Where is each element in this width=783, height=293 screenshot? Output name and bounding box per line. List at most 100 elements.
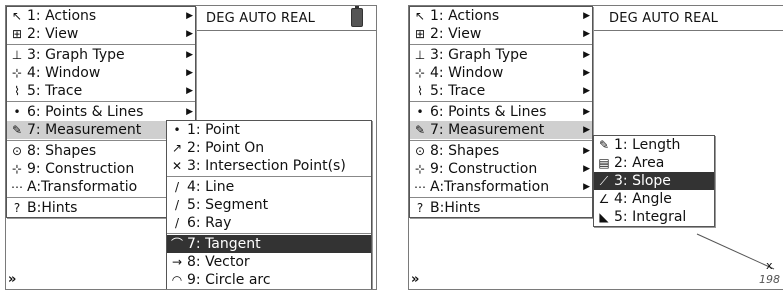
- graph-type-icon: ⊥: [11, 48, 23, 62]
- calculator-screen-right: DEG AUTO REAL x 198 » ↖ 1: Actions ▶ ⊞ 2: Vi…: [408, 5, 783, 290]
- chevron-right-icon: ▶: [583, 29, 590, 39]
- menu-item-label: 5: Trace: [27, 83, 83, 99]
- menu-item-points-lines[interactable]: • 6: Points & Lines ▶: [7, 103, 195, 121]
- menu-item-trace[interactable]: ⌇ 5: Trace ▶: [410, 82, 592, 100]
- menu-separator: [7, 44, 195, 45]
- menu-item-view[interactable]: ⊞ 2: View ▶: [7, 25, 195, 43]
- window-icon: ⊹: [414, 66, 426, 80]
- menu-item-label: 9: Construction: [430, 161, 538, 177]
- point-icon: •: [173, 123, 181, 137]
- menu-item-ray[interactable]: / 6: Ray: [167, 214, 371, 232]
- integral-icon: ◣: [599, 210, 609, 224]
- menu-item-angle[interactable]: ∠ 4: Angle: [594, 190, 714, 208]
- menu-item-points-lines[interactable]: • 6: Points & Lines ▶: [410, 103, 592, 121]
- line-icon: /: [174, 180, 180, 194]
- vector-icon: →: [171, 255, 183, 269]
- window-icon: ⊹: [11, 66, 23, 80]
- chevron-right-icon: ▶: [583, 182, 590, 192]
- menu-separator: [167, 233, 371, 234]
- menu-item-actions[interactable]: ↖ 1: Actions ▶: [410, 7, 592, 25]
- menu-item-view[interactable]: ⊞ 2: View ▶: [410, 25, 592, 43]
- transformation-icon: ⋯: [414, 180, 426, 194]
- chevron-right-icon: ▶: [186, 86, 193, 96]
- slope-icon: ⟋: [599, 174, 609, 188]
- menu-item-label: 3: Graph Type: [430, 47, 528, 63]
- segment-icon: /: [174, 198, 180, 212]
- menu-item-label: 3: Graph Type: [27, 47, 125, 63]
- menu-item-transformation[interactable]: ⋯ A:Transformation ▶: [410, 178, 592, 196]
- pointer-icon: ↖: [414, 9, 426, 23]
- menu-item-construction[interactable]: ⊹ 9: Construction ▶: [410, 160, 592, 178]
- menu-item-label: B:Hints: [27, 200, 78, 216]
- pointer-icon: ↖: [11, 9, 23, 23]
- menu-item-window[interactable]: ⊹ 4: Window ▶: [7, 64, 195, 82]
- measurement-icon: ✎: [414, 123, 426, 137]
- chevron-right-icon: ▶: [583, 146, 590, 156]
- menu-item-circle-arc[interactable]: ◠ 9: Circle arc: [167, 271, 371, 289]
- menu-item-label: 1: Point: [187, 122, 240, 138]
- axis-label-x: x: [766, 259, 773, 272]
- shapes-icon: ⊙: [414, 144, 426, 158]
- menu-separator: [410, 101, 592, 102]
- menu-item-line[interactable]: / 4: Line: [167, 178, 371, 196]
- measurement-submenu: ✎ 1: Length ▤ 2: Area ⟋ 3: Slope ∠ 4: Angle ◣ 5: …: [593, 135, 715, 227]
- chevron-right-icon: ▶: [583, 125, 590, 135]
- menu-item-segment[interactable]: / 5: Segment: [167, 196, 371, 214]
- menu-item-tangent[interactable]: ⌒ 7: Tangent: [167, 235, 371, 253]
- area-icon: ▤: [598, 156, 610, 170]
- menu-item-hints[interactable]: ? B:Hints: [410, 199, 592, 217]
- menu-item-label: 2: View: [27, 26, 79, 42]
- chevron-right-icon: ▶: [583, 68, 590, 78]
- menu-item-label: 8: Shapes: [27, 143, 97, 159]
- menu-item-slope[interactable]: ⟋ 3: Slope: [594, 172, 714, 190]
- menu-item-shapes[interactable]: ⊙ 8: Shapes ▶: [410, 142, 592, 160]
- points-lines-icon: •: [13, 105, 21, 119]
- menu-item-graph-type[interactable]: ⊥ 3: Graph Type ▶: [7, 46, 195, 64]
- menu-item-trace[interactable]: ⌇ 5: Trace ▶: [7, 82, 195, 100]
- menu-item-label: 5: Integral: [614, 209, 687, 225]
- menu-item-label: 9: Construction: [27, 161, 135, 177]
- menu-item-label: 1: Actions: [430, 8, 500, 24]
- menu-separator: [410, 197, 592, 198]
- measurement-icon: ✎: [11, 123, 23, 137]
- menu-item-window[interactable]: ⊹ 4: Window ▶: [410, 64, 592, 82]
- menu-item-length[interactable]: ✎ 1: Length: [594, 136, 714, 154]
- menu-item-area[interactable]: ▤ 2: Area: [594, 154, 714, 172]
- chevron-right-icon: ▶: [186, 29, 193, 39]
- entry-prompt[interactable]: »: [411, 272, 419, 287]
- menu-item-point-on[interactable]: ↗ 2: Point On: [167, 139, 371, 157]
- menu-item-label: 1: Length: [614, 137, 681, 153]
- chevron-right-icon: ▶: [583, 107, 590, 117]
- tangent-icon: ⌒: [170, 237, 183, 251]
- menu-item-intersection-point-s[interactable]: ✕ 3: Intersection Point(s): [167, 157, 371, 175]
- entry-prompt[interactable]: »: [8, 272, 16, 287]
- menu-item-label: 5: Trace: [430, 83, 486, 99]
- menu-item-vector[interactable]: → 8: Vector: [167, 253, 371, 271]
- menu-item-integral[interactable]: ◣ 5: Integral: [594, 208, 714, 226]
- menu-item-measurement[interactable]: ✎ 7: Measurement ▶: [410, 121, 592, 139]
- menu-item-label: B:Hints: [430, 200, 481, 216]
- main-menu: ↖ 1: Actions ▶ ⊞ 2: View ▶ ⊥ 3: Graph Type ▶ ⊹ 4: …: [409, 6, 593, 218]
- status-text: DEG AUTO REAL: [206, 11, 316, 26]
- transformation-icon: ⋯: [11, 180, 23, 194]
- hints-icon: ?: [416, 201, 424, 215]
- graph-line: [696, 233, 775, 270]
- menu-separator: [7, 101, 195, 102]
- shapes-icon: ⊙: [11, 144, 23, 158]
- menu-item-label: 3: Slope: [614, 173, 671, 189]
- menu-item-point[interactable]: • 1: Point: [167, 121, 371, 139]
- length-icon: ✎: [598, 138, 610, 152]
- view-icon: ⊞: [11, 27, 23, 41]
- chevron-right-icon: ▶: [583, 86, 590, 96]
- chevron-right-icon: ▶: [583, 50, 590, 60]
- chevron-right-icon: ▶: [186, 50, 193, 60]
- chevron-right-icon: ▶: [583, 11, 590, 21]
- menu-item-label: 2: Area: [614, 155, 665, 171]
- menu-item-graph-type[interactable]: ⊥ 3: Graph Type ▶: [410, 46, 592, 64]
- construction-icon: ⊹: [11, 162, 23, 176]
- menu-item-actions[interactable]: ↖ 1: Actions ▶: [7, 7, 195, 25]
- angle-icon: ∠: [598, 192, 610, 206]
- chevron-right-icon: ▶: [186, 68, 193, 78]
- trace-icon: ⌇: [417, 84, 423, 98]
- trace-icon: ⌇: [14, 84, 20, 98]
